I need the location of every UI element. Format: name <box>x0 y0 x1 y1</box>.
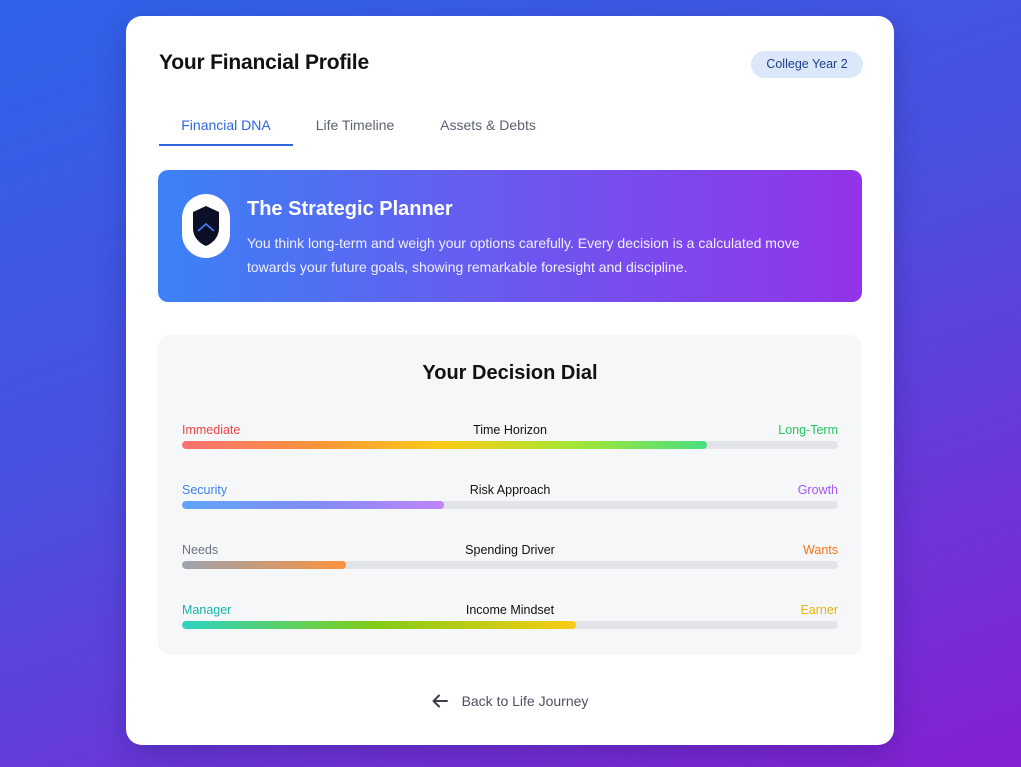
dial-row: Needs Spending Driver Wants <box>182 543 838 583</box>
back-link-label: Back to Life Journey <box>461 693 589 709</box>
dial-row: Manager Income Mindset Earner <box>182 603 838 643</box>
shield-icon <box>193 206 219 246</box>
shield-icon-badge <box>182 194 230 258</box>
decision-dial-title: Your Decision Dial <box>422 362 598 384</box>
page-title: Your Financial Profile <box>159 51 369 74</box>
dial-dimension-label: Time Horizon <box>473 423 547 437</box>
dial-fill <box>182 441 707 449</box>
back-to-journey-link[interactable]: Back to Life Journey <box>126 689 894 713</box>
personality-title: The Strategic Planner <box>247 198 453 220</box>
profile-card: Your Financial Profile College Year 2 Fi… <box>126 16 894 745</box>
decision-dial-panel: Your Decision Dial Immediate Time Horizon… <box>158 335 862 655</box>
tab-life-timeline[interactable]: Life Timeline <box>293 115 417 146</box>
tab-assets-debts[interactable]: Assets & Debts <box>417 115 559 146</box>
arrow-left-icon <box>432 694 448 708</box>
dial-row: Security Risk Approach Growth <box>182 483 838 523</box>
dial-track <box>182 561 838 569</box>
dial-right-label: Earner <box>800 603 838 617</box>
dial-track <box>182 441 838 449</box>
personality-description: You think long-term and weigh your optio… <box>247 235 800 275</box>
tab-bar: Financial DNA Life Timeline Assets & Deb… <box>159 115 863 146</box>
dial-right-label: Long-Term <box>778 423 838 437</box>
dial-fill <box>182 621 576 629</box>
stage-badge: College Year 2 <box>751 51 863 78</box>
dial-right-label: Wants <box>803 543 838 557</box>
dial-right-label: Growth <box>797 483 838 497</box>
personality-banner: The Strategic Planner You think long-ter… <box>158 170 862 302</box>
tab-financial-dna[interactable]: Financial DNA <box>159 115 293 146</box>
dial-track <box>182 501 838 509</box>
dial-fill <box>182 501 445 509</box>
dial-dimension-label: Spending Driver <box>465 543 555 557</box>
dial-row: Immediate Time Horizon Long-Term <box>182 423 838 463</box>
dial-dimension-label: Risk Approach <box>469 483 551 497</box>
dial-dimension-label: Income Mindset <box>465 603 555 617</box>
dial-track <box>182 621 838 629</box>
dial-fill <box>182 561 346 569</box>
